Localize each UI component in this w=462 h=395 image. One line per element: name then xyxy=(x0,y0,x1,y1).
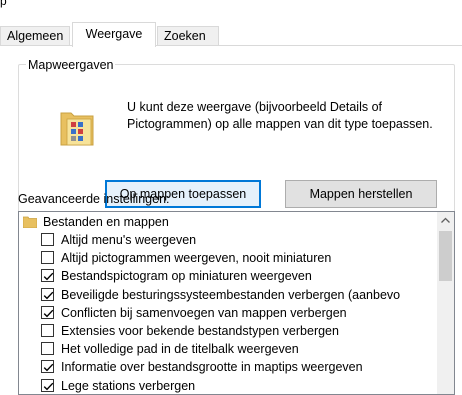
checkmark-icon xyxy=(43,273,54,281)
folder-icon xyxy=(23,216,37,228)
advanced-settings-list[interactable]: Bestanden en mappen Altijd menu's weerge… xyxy=(18,211,455,395)
setting-label: Extensies voor bekende bestandstypen ver… xyxy=(61,324,339,338)
category-files-and-folders: Bestanden en mappen xyxy=(19,213,434,231)
vertical-scrollbar[interactable] xyxy=(437,212,454,394)
advanced-settings-label: Geavanceerde instellingen: xyxy=(18,192,170,206)
setting-checkbox[interactable] xyxy=(41,269,54,283)
tab-strip: Algemeen Weergave Zoeken xyxy=(0,22,462,47)
setting-label: Altijd menu's weergeven xyxy=(61,233,197,247)
setting-label: Beveiligde besturingssysteembestanden ve… xyxy=(61,287,401,302)
scrollbar-thumb[interactable] xyxy=(439,231,452,281)
setting-label: Bestandspictogram op miniaturen weergeve… xyxy=(61,269,312,284)
category-label: Bestanden en mappen xyxy=(43,215,169,229)
checkmark-icon xyxy=(43,382,54,391)
scroll-up-icon[interactable] xyxy=(437,212,454,229)
setting-checkbox[interactable] xyxy=(41,360,54,374)
setting-checkbox[interactable] xyxy=(41,233,54,246)
tab-weergave[interactable]: Weergave xyxy=(72,22,156,47)
setting-label: Het volledige pad in de titelbalk weerge… xyxy=(61,342,299,357)
checkmark-icon xyxy=(43,309,54,318)
setting-checkbox[interactable] xyxy=(41,378,54,392)
setting-row[interactable]: Conflicten bij samenvoegen van mappen ve… xyxy=(19,304,434,322)
setting-row[interactable]: Extensies voor bekende bestandstypen ver… xyxy=(19,322,434,340)
setting-row[interactable]: Altijd menu's weergeven xyxy=(19,231,434,249)
setting-label: Informatie over bestandsgrootte in mapti… xyxy=(61,360,363,375)
setting-label: Lege stations verbergen xyxy=(61,378,196,393)
folder-views-description: U kunt deze weergave (bijvoorbeeld Detai… xyxy=(127,100,433,131)
setting-checkbox[interactable] xyxy=(41,305,54,319)
checkmark-icon xyxy=(43,291,54,300)
setting-row[interactable]: Beveiligde besturingssysteembestanden ve… xyxy=(19,286,434,304)
setting-row[interactable]: Bestandspictogram op miniaturen weergeve… xyxy=(19,267,434,285)
checkmark-icon xyxy=(43,364,54,372)
window-title-fragment: p xyxy=(0,0,7,8)
setting-checkbox[interactable] xyxy=(41,251,54,265)
setting-row[interactable]: Altijd pictogrammen weergeven, nooit min… xyxy=(19,249,434,267)
folder-views-icon xyxy=(60,112,94,146)
setting-row[interactable]: Informatie over bestandsgrootte in mapti… xyxy=(19,358,434,376)
setting-label: Altijd pictogrammen weergeven, nooit min… xyxy=(61,251,332,266)
setting-checkbox[interactable] xyxy=(41,324,54,337)
setting-checkbox[interactable] xyxy=(41,287,54,301)
tab-algemeen[interactable]: Algemeen xyxy=(0,26,70,46)
setting-row[interactable]: Het volledige pad in de titelbalk weerge… xyxy=(19,340,434,358)
reset-folders-button[interactable]: Mappen herstellen xyxy=(285,180,437,208)
folder-views-title: Mapweergaven xyxy=(26,58,116,72)
setting-row[interactable]: Lege stations verbergen xyxy=(19,377,434,394)
setting-label: Conflicten bij samenvoegen van mappen ve… xyxy=(61,305,347,320)
setting-checkbox[interactable] xyxy=(41,342,54,356)
tab-zoeken[interactable]: Zoeken xyxy=(157,26,219,46)
tab-page-weergave: U kunt deze weergave (bijvoorbeeld Detai… xyxy=(0,45,462,395)
